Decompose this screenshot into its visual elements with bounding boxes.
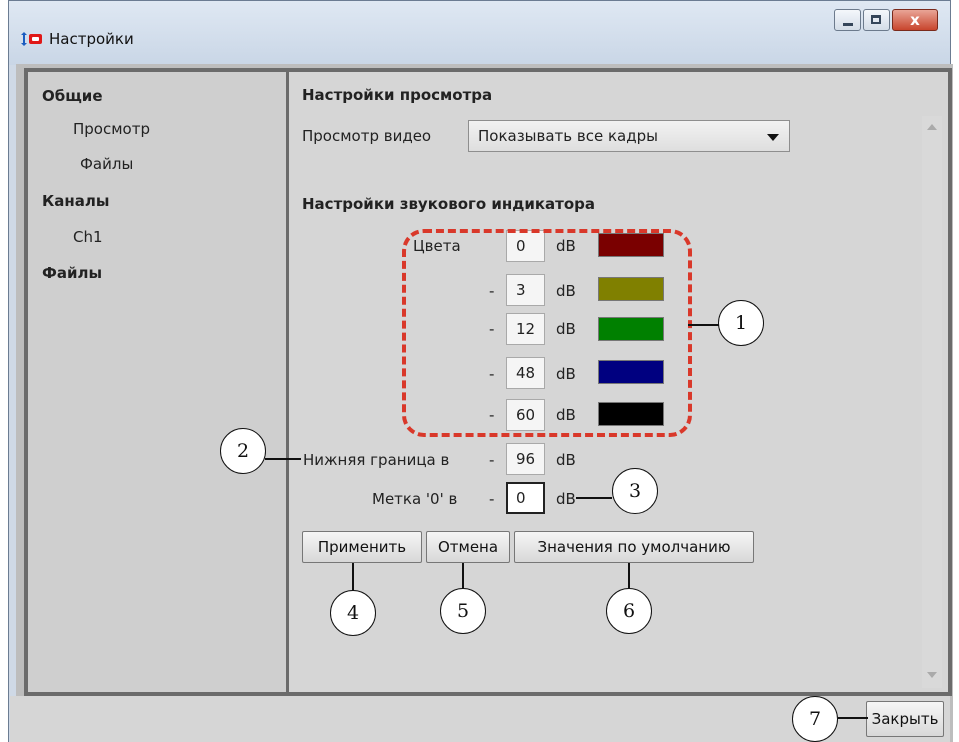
cancel-button[interactable]: Отмена — [426, 531, 510, 563]
scroll-up-icon[interactable] — [927, 124, 937, 130]
defaults-button[interactable]: Значения по умолчанию — [514, 531, 754, 563]
content-scrollbar[interactable] — [922, 116, 942, 688]
callout-3: 3 — [612, 468, 658, 514]
zero-mark-input[interactable]: 0 — [506, 482, 545, 514]
sidebar-item-preview[interactable]: Просмотр — [73, 120, 150, 138]
callout-7-line — [838, 717, 868, 719]
lower-bound-label: Нижняя граница в — [303, 451, 450, 469]
callout-2-line — [265, 458, 301, 460]
minimize-icon — [843, 23, 853, 26]
callout-6: 6 — [606, 588, 652, 634]
callout-2: 2 — [220, 428, 266, 474]
sidebar-item-general[interactable]: Общие — [42, 87, 103, 105]
callout-1-line — [688, 324, 720, 326]
sidebar-item-channels[interactable]: Каналы — [42, 192, 109, 210]
video-view-label: Просмотр видео — [302, 127, 432, 145]
minimize-button[interactable] — [834, 9, 861, 31]
zero-mark-unit: dB — [556, 490, 576, 508]
zero-mark-dash: - — [489, 490, 495, 508]
close-button[interactable]: Закрыть — [866, 701, 944, 737]
chevron-down-icon — [767, 134, 779, 141]
callout-5: 5 — [440, 588, 486, 634]
view-settings-title: Настройки просмотра — [302, 86, 493, 104]
callout-1: 1 — [718, 300, 764, 346]
settings-sidebar — [24, 68, 289, 696]
lower-bound-unit: dB — [556, 451, 576, 469]
maximize-icon — [871, 15, 881, 24]
sidebar-item-files[interactable]: Файлы — [42, 264, 102, 282]
sidebar-item-ch1[interactable]: Ch1 — [73, 228, 103, 246]
callout-4-line — [352, 563, 354, 591]
video-view-value: Показывать все кадры — [478, 127, 658, 145]
lower-bound-input[interactable]: 96 — [506, 443, 545, 475]
app-logo-icon — [21, 32, 42, 46]
scroll-down-icon[interactable] — [927, 672, 937, 678]
callout-7: 7 — [792, 696, 838, 742]
video-view-select[interactable]: Показывать все кадры — [468, 120, 790, 152]
callout-6-line — [628, 563, 630, 591]
window-title: Настройки — [49, 30, 134, 48]
close-window-button[interactable]: x — [892, 9, 938, 31]
lower-bound-dash: - — [489, 451, 495, 469]
title-bar: Настройки x — [9, 1, 950, 65]
zero-mark-label: Метка '0' в — [372, 490, 458, 508]
caption-buttons: x — [832, 9, 938, 31]
maximize-button[interactable] — [863, 9, 890, 31]
apply-button[interactable]: Применить — [302, 531, 422, 563]
sidebar-item-files-sub[interactable]: Файлы — [80, 155, 133, 173]
audio-settings-title: Настройки звукового индикатора — [302, 195, 596, 213]
callout-4: 4 — [330, 590, 376, 636]
close-icon: x — [910, 11, 920, 29]
callout-3-line — [576, 497, 612, 499]
colors-highlight-frame — [402, 229, 692, 437]
callout-5-line — [462, 563, 464, 591]
